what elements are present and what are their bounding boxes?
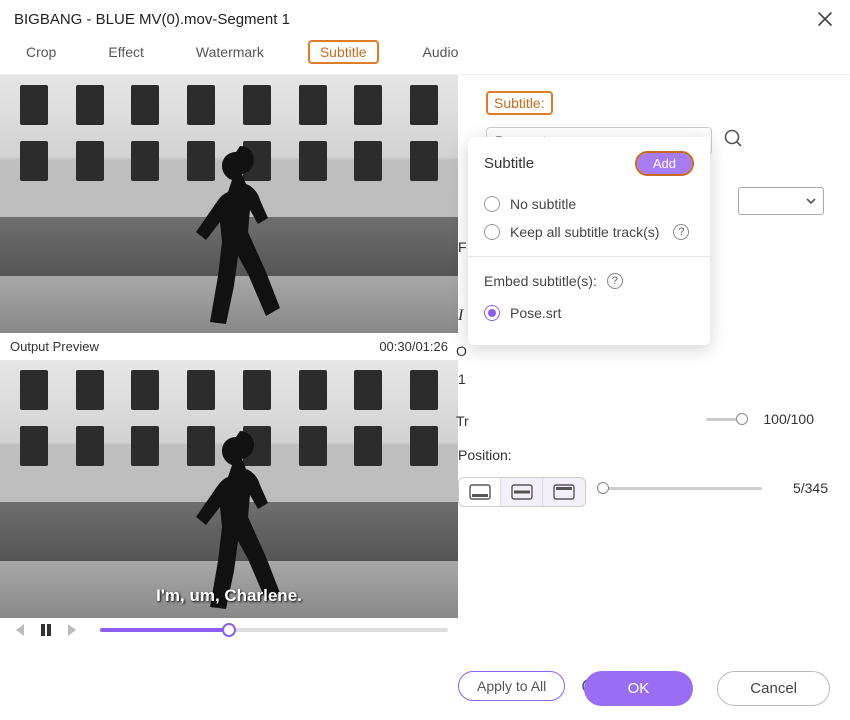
obscured-field-o: O — [456, 343, 467, 359]
position-middle-button[interactable] — [501, 478, 543, 506]
search-icon[interactable] — [722, 127, 744, 149]
add-subtitle-button[interactable]: Add — [635, 151, 694, 176]
output-preview-label: Output Preview — [10, 339, 99, 354]
seek-slider[interactable] — [100, 628, 448, 632]
source-preview — [0, 75, 458, 333]
step-forward-icon[interactable] — [66, 622, 82, 638]
obscured-field-f: F — [458, 239, 467, 255]
cancel-button[interactable]: Cancel — [717, 671, 830, 706]
keep-all-label: Keep all subtitle track(s) — [510, 224, 659, 240]
tab-audio[interactable]: Audio — [415, 40, 467, 64]
slider-thumb[interactable] — [597, 482, 609, 494]
apply-to-all-button[interactable]: Apply to All — [458, 671, 565, 701]
transparency-value: 100/100 — [752, 411, 814, 427]
rendered-subtitle-text: I'm, um, Charlene. — [0, 586, 458, 606]
embed-file-option[interactable]: Pose.srt — [484, 299, 694, 327]
runner-silhouette — [192, 142, 282, 332]
position-value: 5/345 — [776, 480, 828, 496]
position-bottom-button[interactable] — [459, 478, 501, 506]
no-subtitle-label: No subtitle — [510, 196, 576, 212]
tab-watermark[interactable]: Watermark — [188, 40, 272, 64]
tab-effect[interactable]: Effect — [100, 40, 152, 64]
no-subtitle-option[interactable]: No subtitle — [484, 190, 694, 218]
tab-subtitle[interactable]: Subtitle — [308, 40, 379, 64]
help-icon[interactable]: ? — [607, 273, 623, 289]
help-icon[interactable]: ? — [673, 224, 689, 240]
obscured-field-i: I — [458, 307, 463, 325]
seek-thumb[interactable] — [222, 623, 236, 637]
preview-column: Output Preview 00:30/01:26 I'm, um, Char… — [0, 75, 458, 638]
output-preview: I'm, um, Charlene. — [0, 360, 458, 618]
transparency-slider[interactable] — [706, 418, 742, 421]
ok-button[interactable]: OK — [584, 671, 694, 706]
position-slider[interactable] — [600, 487, 762, 490]
subtitle-section-label: Subtitle: — [486, 91, 553, 115]
tab-crop[interactable]: Crop — [18, 40, 64, 64]
popup-title: Subtitle — [484, 155, 534, 172]
embed-file-label: Pose.srt — [510, 305, 561, 321]
add-subtitle-label: Add — [637, 153, 692, 174]
radio-icon — [484, 196, 500, 212]
position-label: Position: — [458, 447, 828, 463]
chevron-down-icon — [805, 195, 817, 207]
font-style-dropdown[interactable] — [738, 187, 824, 215]
close-icon[interactable] — [816, 10, 834, 28]
radio-selected-icon — [484, 305, 500, 321]
pause-icon[interactable] — [38, 622, 54, 638]
embed-subtitles-label: Embed subtitle(s): — [484, 273, 597, 289]
obscured-field-1: 1 — [458, 371, 466, 387]
time-display: 00:30/01:26 — [379, 339, 448, 354]
window-title: BIGBANG - BLUE MV(0).mov-Segment 1 — [14, 11, 290, 28]
editor-tabs: Crop Effect Watermark Subtitle Audio — [0, 34, 850, 75]
subtitle-popup: Subtitle Add No subtitle Keep all subtit… — [468, 137, 710, 345]
step-back-icon[interactable] — [10, 622, 26, 638]
radio-icon — [484, 224, 500, 240]
keep-all-tracks-option[interactable]: Keep all subtitle track(s) ? — [484, 218, 694, 246]
position-top-button[interactable] — [543, 478, 585, 506]
slider-thumb[interactable] — [736, 413, 748, 425]
position-preset-group — [458, 477, 586, 507]
playback-controls — [0, 618, 458, 638]
